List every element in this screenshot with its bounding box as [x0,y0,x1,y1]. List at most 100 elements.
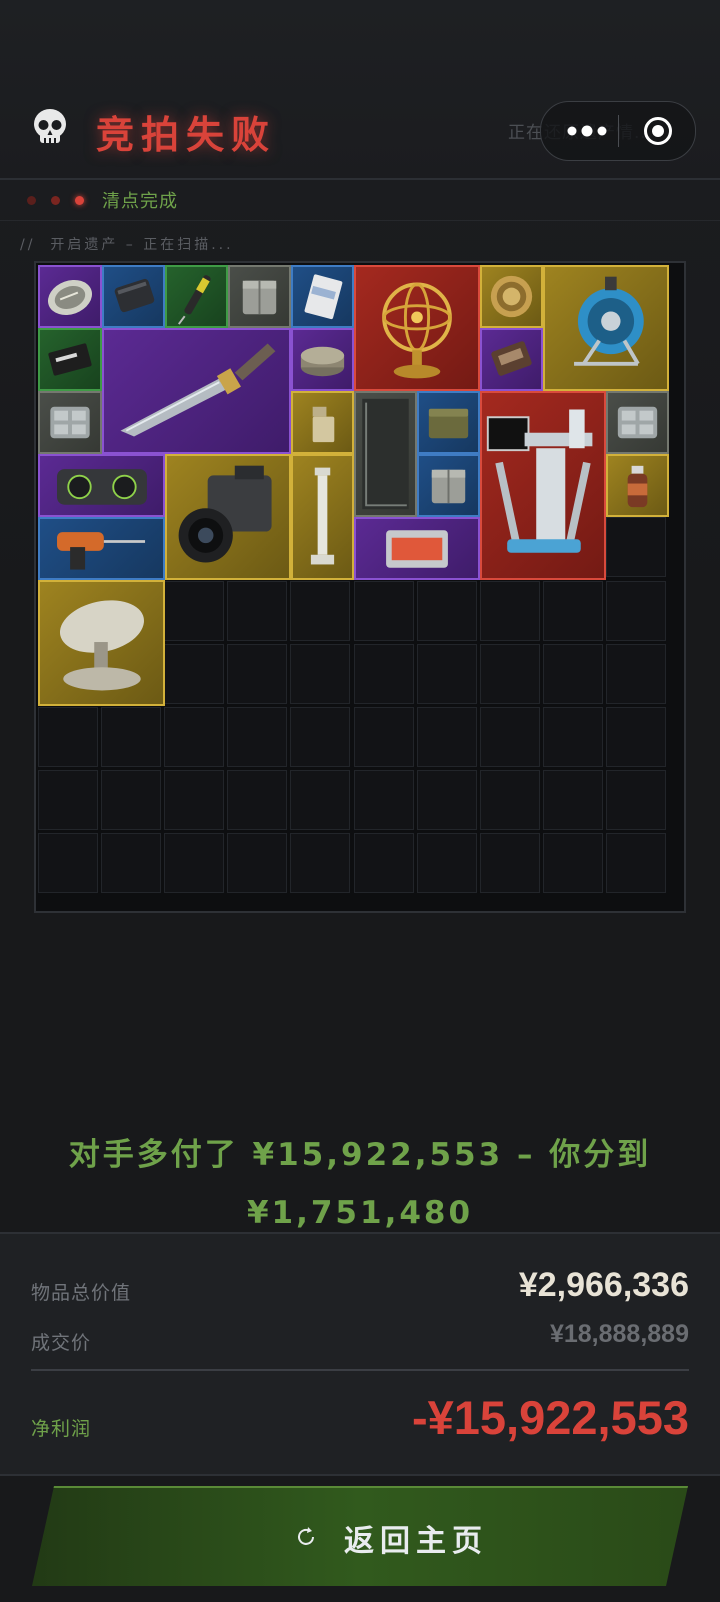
camera-item[interactable] [165,454,291,580]
empty-grid-cell [38,769,98,830]
result-summary: 对手多付了 ¥15,922,553 – 你分到 ¥1,751,480 [0,1126,720,1242]
empty-grid-cell [101,769,162,830]
cable-reel-item[interactable] [543,265,669,391]
status-dot [27,196,36,205]
tool-tray-item[interactable] [38,391,102,454]
target-close-icon[interactable] [643,116,673,146]
empty-grid-cell [416,769,477,830]
empty-grid-cell [416,580,477,641]
circuit-board-item[interactable] [354,517,480,580]
empty-grid-cell [542,706,603,767]
empty-grid-cell [101,832,162,893]
total-value-label: 物品总价值 [31,1282,132,1304]
empty-grid-cell [542,769,603,830]
empty-grid-cell [290,769,351,830]
empty-grid-cell [605,517,666,578]
net-profit-label: 净利润 [31,1418,92,1440]
armillary-sphere-item[interactable] [354,265,480,391]
stats-divider [31,1369,689,1371]
empty-grid-cell [101,706,162,767]
empty-grid-cell [542,643,603,704]
return-home-button[interactable]: 返回主页 [32,1486,688,1586]
empty-grid-cell [479,706,540,767]
empty-grid-cell [479,832,540,893]
column-item[interactable] [291,454,354,580]
empty-grid-cell [479,643,540,704]
bottle-item[interactable] [606,454,669,517]
tool-tray-2-item[interactable] [606,391,669,454]
empty-grid-cell [227,769,288,830]
empty-grid-cell [416,643,477,704]
robot-station-item[interactable] [480,391,606,580]
menu-capsule [540,101,696,161]
empty-grid-cell [38,832,98,893]
pocket-watch-item[interactable] [38,265,102,328]
empty-grid-cell [605,832,666,893]
more-dots-icon[interactable] [561,118,613,144]
empty-grid-cell [290,832,351,893]
empty-grid-cell [605,643,666,704]
empty-grid-cell [353,580,414,641]
status-text: 清点完成 [102,191,178,212]
empty-grid-cell [290,643,351,704]
empty-grid-cell [353,832,414,893]
skull-icon [34,109,66,143]
status-dot [51,196,60,205]
refresh-icon [294,1525,318,1549]
status-bar: 清点完成 [0,180,720,221]
empty-grid-cell [479,580,540,641]
empty-grid-cell [227,706,288,767]
empty-grid-cell [605,769,666,830]
empty-grid-cell [353,769,414,830]
ammo-case-2-item[interactable] [417,454,480,517]
empty-grid-cell [164,643,225,704]
empty-grid-cell [416,706,477,767]
power-bank-item[interactable] [102,265,165,328]
return-home-label: 返回主页 [344,1524,488,1559]
speaker-item[interactable] [38,454,165,517]
capsule-divider [618,115,619,147]
empty-grid-cell [227,832,288,893]
stats-panel: 物品总价值 ¥2,966,336 成交价 ¥18,888,889 净利润 -¥1… [0,1232,720,1476]
empty-grid-cell [164,580,225,641]
lighter-item[interactable] [291,391,354,454]
empty-grid-cell [164,706,225,767]
inventory-grid [34,261,686,913]
deal-price-label: 成交价 [31,1332,92,1354]
cassette-tape-item[interactable] [480,328,543,391]
empty-grid-cell [416,832,477,893]
empty-grid-cell [290,580,351,641]
card-pack-item[interactable] [291,265,354,328]
button-highlight [32,1486,688,1488]
dark-panel-item[interactable] [354,391,417,517]
deal-price-value: ¥18,888,889 [549,1320,689,1348]
tin-box-item[interactable] [291,328,354,391]
ration-can-item[interactable] [417,391,480,454]
drill-item[interactable] [38,517,165,580]
empty-grid-cell [164,832,225,893]
ammo-case-item[interactable] [228,265,291,328]
empty-grid-cell [38,706,98,767]
empty-grid-cell [227,580,288,641]
empty-grid-cell [542,832,603,893]
good-luck-card-item[interactable] [38,328,102,391]
coin-tin-item[interactable] [480,265,543,328]
satellite-dish-item[interactable] [38,580,165,706]
total-value: ¥2,966,336 [518,1266,689,1304]
empty-grid-cell [164,769,225,830]
empty-grid-cell [227,643,288,704]
empty-grid-cell [290,706,351,767]
empty-grid-cell [605,580,666,641]
empty-grid-cell [353,643,414,704]
hunting-knife-item[interactable] [102,328,291,454]
empty-grid-cell [479,769,540,830]
empty-grid-cell [605,706,666,767]
page-title: 竞拍失败 [96,113,277,157]
voltage-tester-item[interactable] [165,265,228,328]
summary-line-1: 对手多付了 ¥15,922,553 – 你分到 [68,1137,652,1173]
scan-log: // 开启遗产 – 正在扫描... [20,237,234,253]
net-profit-value: -¥15,922,553 [411,1391,689,1444]
empty-grid-cell [542,580,603,641]
empty-grid-cell [353,706,414,767]
status-dot-active [75,196,84,205]
